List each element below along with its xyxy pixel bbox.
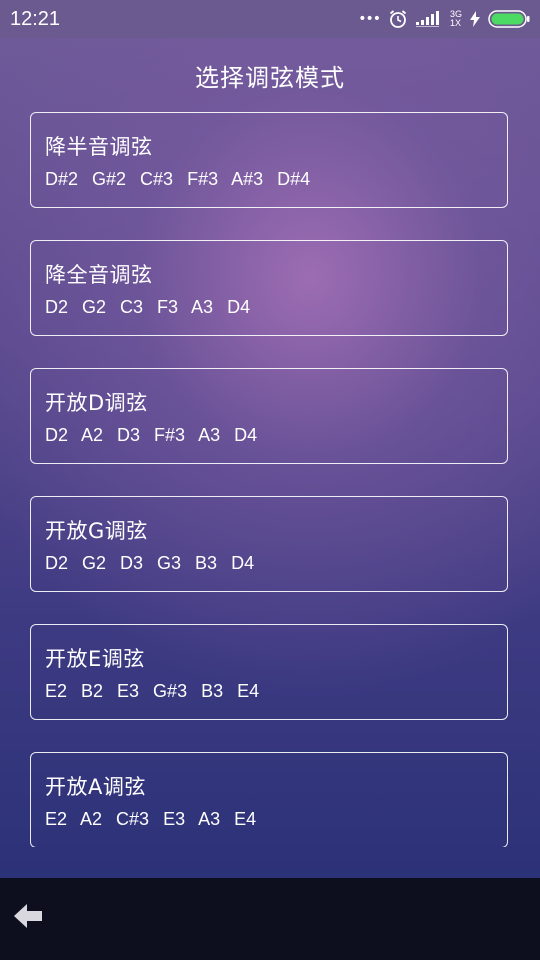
page-title: 选择调弦模式 bbox=[195, 64, 345, 92]
tuning-notes: D2 G2 D3 G3 B3 D4 bbox=[45, 553, 255, 573]
tuning-name: 降半音调弦 bbox=[45, 135, 153, 159]
tuning-card-half-step-down[interactable]: 降半音调弦 D#2 G#2 C#3 F#3 A#3 D#4 bbox=[30, 112, 508, 208]
tuning-name: 开放A调弦 bbox=[45, 775, 146, 799]
more-dots: ••• bbox=[358, 11, 381, 27]
tuning-name: 开放D调弦 bbox=[45, 391, 148, 415]
tuning-notes: D2 A2 D3 F#3 A3 D4 bbox=[45, 425, 258, 445]
status-icons: ••• 3G 1X bbox=[358, 9, 530, 29]
tuning-list[interactable]: 降半音调弦 D#2 G#2 C#3 F#3 A#3 D#4 降全音调弦 D2 G… bbox=[30, 112, 510, 847]
status-time: 12:21 bbox=[10, 7, 61, 30]
battery-icon bbox=[488, 10, 530, 28]
tuning-card-open-a[interactable]: 开放A调弦 E2 A2 C#3 E3 A3 E4 bbox=[30, 752, 508, 847]
tuning-card-open-d[interactable]: 开放D调弦 D2 A2 D3 F#3 A3 D4 bbox=[30, 368, 508, 464]
alarm-clock-icon bbox=[388, 9, 408, 29]
back-arrow-icon bbox=[12, 904, 44, 934]
charging-bolt-icon bbox=[470, 11, 480, 27]
back-button[interactable] bbox=[12, 902, 48, 938]
tuning-name: 开放G调弦 bbox=[45, 519, 148, 543]
tuning-name: 降全音调弦 bbox=[45, 263, 153, 287]
tuning-notes: E2 B2 E3 G#3 B3 E4 bbox=[45, 681, 260, 701]
content-area: 选择调弦模式 降半音调弦 D#2 G#2 C#3 F#3 A#3 D#4 降全音… bbox=[0, 38, 540, 878]
tuning-card-whole-step-down[interactable]: 降全音调弦 D2 G2 C3 F3 A3 D4 bbox=[30, 240, 508, 336]
status-bar: 12:21 ••• 3G 1X bbox=[0, 0, 540, 38]
bottom-bar bbox=[0, 878, 540, 960]
tuning-notes: D2 G2 C3 F3 A3 D4 bbox=[45, 297, 251, 317]
network-type-bottom: 1X bbox=[449, 18, 461, 28]
signal-strength-icon bbox=[415, 11, 442, 27]
network-type: 3G 1X bbox=[450, 10, 462, 28]
tuning-card-open-g[interactable]: 开放G调弦 D2 G2 D3 G3 B3 D4 bbox=[30, 496, 508, 592]
tuning-notes: E2 A2 C#3 E3 A3 E4 bbox=[45, 809, 257, 829]
screen: 12:21 ••• 3G 1X 选择调弦模式 降半音调弦 D#2 G#2 C#3… bbox=[0, 0, 540, 960]
tuning-notes: D#2 G#2 C#3 F#3 A#3 D#4 bbox=[45, 169, 311, 189]
tuning-name: 开放E调弦 bbox=[45, 647, 145, 671]
tuning-card-open-e[interactable]: 开放E调弦 E2 B2 E3 G#3 B3 E4 bbox=[30, 624, 508, 720]
